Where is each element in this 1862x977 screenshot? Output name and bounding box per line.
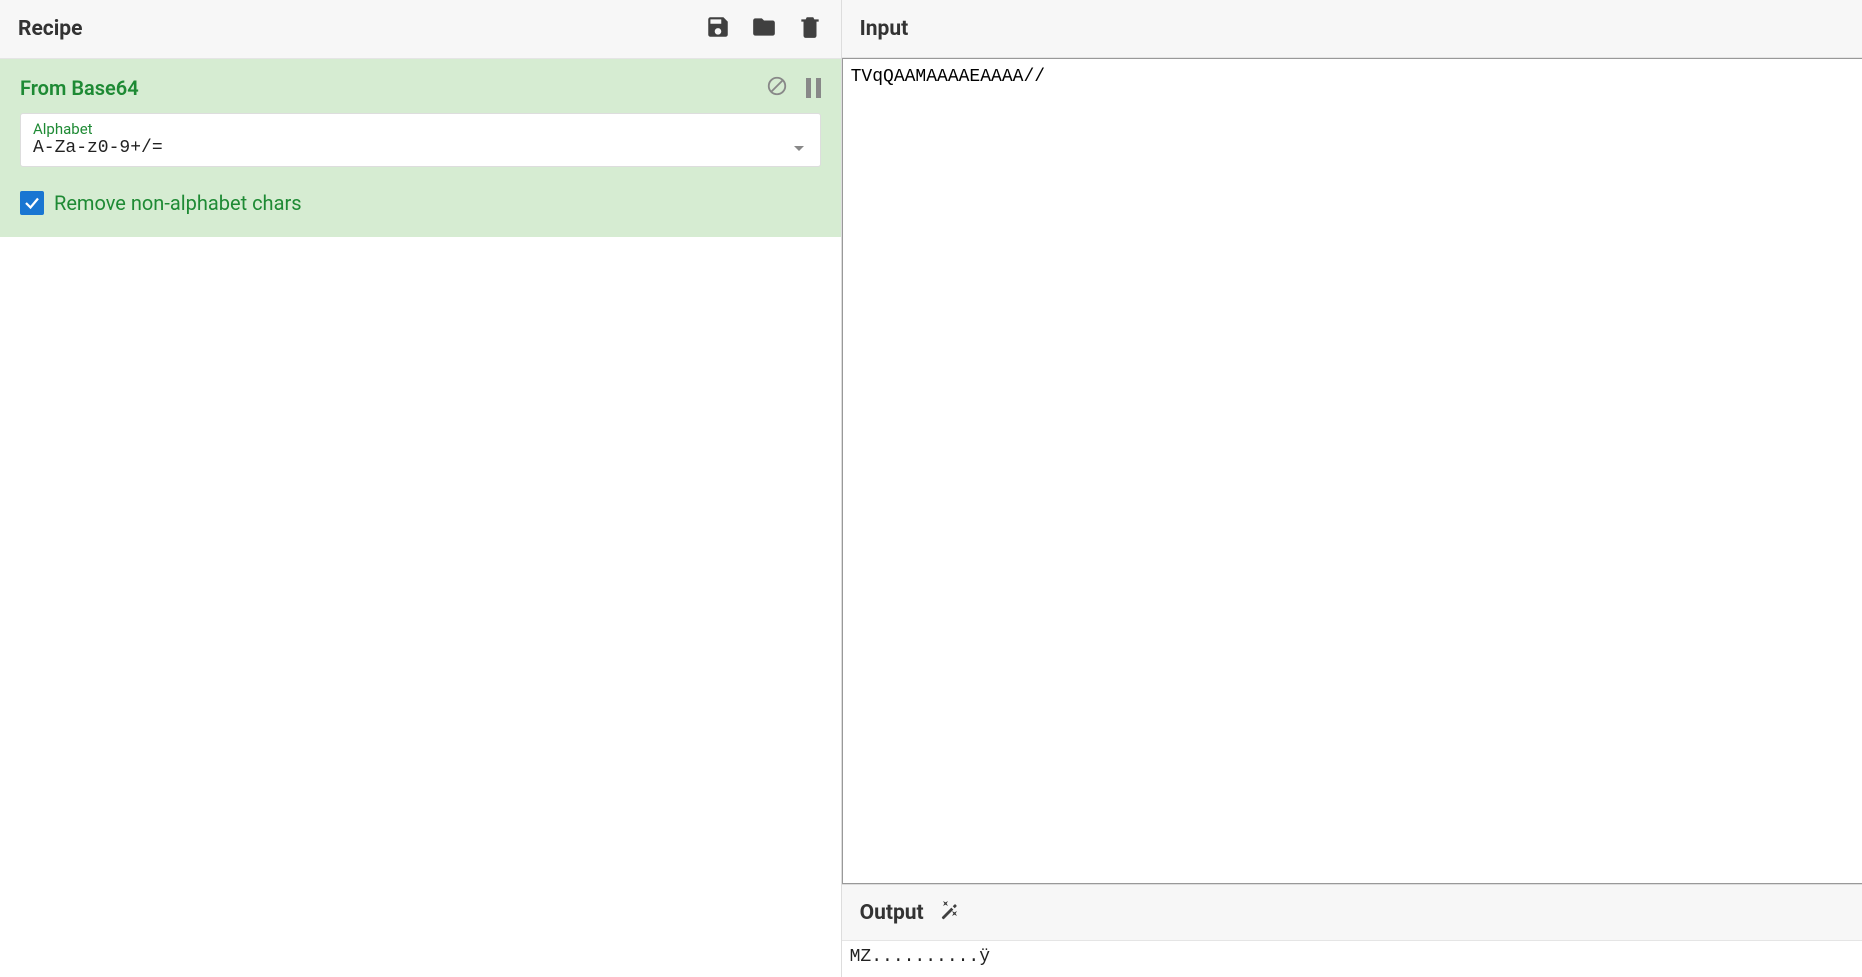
- output-content: MZ..........ÿ: [842, 941, 1862, 977]
- pause-icon[interactable]: [806, 78, 821, 98]
- input-header: Input: [842, 0, 1862, 58]
- chevron-down-icon: [794, 146, 804, 151]
- disable-icon[interactable]: [766, 75, 788, 101]
- operation-from-base64: From Base64 Alphabet A-Za-z0-9+/=: [0, 59, 841, 237]
- recipe-header: Recipe: [0, 0, 841, 59]
- operation-name: From Base64: [20, 76, 139, 100]
- alphabet-label: Alphabet: [33, 120, 808, 138]
- output-title: Output: [860, 901, 924, 925]
- magic-icon[interactable]: [938, 899, 962, 927]
- recipe-title: Recipe: [18, 17, 82, 41]
- input-textarea[interactable]: [842, 58, 1862, 884]
- output-header: Output: [842, 885, 1862, 941]
- alphabet-value: A-Za-z0-9+/=: [33, 138, 163, 158]
- folder-icon[interactable]: [751, 14, 777, 44]
- remove-nonalpha-label: Remove non-alphabet chars: [54, 191, 302, 215]
- trash-icon[interactable]: [797, 14, 823, 44]
- input-title: Input: [860, 17, 909, 41]
- save-icon[interactable]: [705, 14, 731, 44]
- remove-nonalpha-checkbox[interactable]: [20, 191, 44, 215]
- alphabet-select[interactable]: Alphabet A-Za-z0-9+/=: [20, 113, 821, 167]
